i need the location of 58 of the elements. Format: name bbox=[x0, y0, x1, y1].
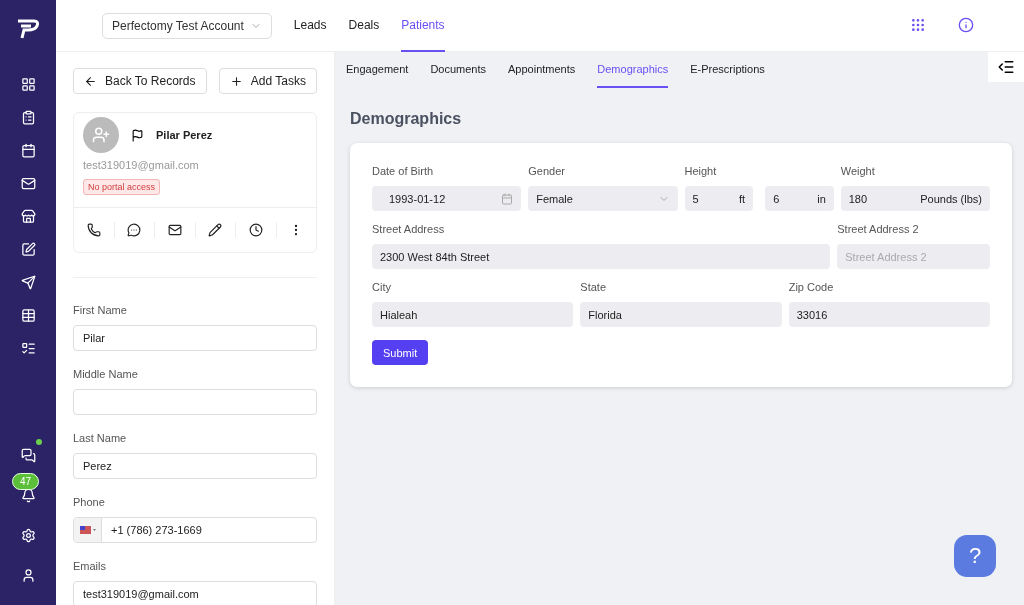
field-label: Weight bbox=[840, 165, 876, 177]
field-label: Street Address bbox=[372, 223, 446, 235]
submit-button[interactable]: Submit bbox=[372, 340, 429, 365]
flag-dropdown[interactable] bbox=[74, 518, 102, 542]
portal-status-badge: No portal access bbox=[83, 179, 161, 195]
account-dropdown[interactable]: Perfectomy Test Account bbox=[102, 12, 272, 39]
chat-icon[interactable] bbox=[20, 447, 36, 463]
section-title: Demographics bbox=[350, 110, 463, 128]
calendar-icon bbox=[501, 192, 514, 205]
input-field[interactable]: Pilar bbox=[73, 325, 317, 351]
flag-icon bbox=[79, 525, 96, 535]
field-label: City bbox=[372, 281, 392, 293]
nav-tab[interactable]: Leads bbox=[293, 0, 327, 52]
flag-icon[interactable] bbox=[131, 128, 144, 142]
avatar-icon bbox=[83, 117, 119, 153]
field-label: Date of Birth bbox=[372, 165, 435, 177]
sub-tab[interactable]: Demographics bbox=[597, 52, 669, 88]
input-field[interactable]: 2300 West 84th Street bbox=[372, 244, 831, 269]
sub-tab[interactable]: Documents bbox=[430, 52, 487, 88]
contact-email: test319019@gmail.com bbox=[83, 159, 200, 171]
input-field[interactable]: 33016 bbox=[788, 302, 990, 327]
field-label: Phone bbox=[73, 496, 106, 508]
add-tasks-button[interactable]: Add Tasks bbox=[218, 68, 317, 94]
sub-tab[interactable]: E-Prescriptions bbox=[690, 52, 765, 88]
notification-badge: 47 bbox=[12, 473, 40, 490]
field-label: Street Address 2 bbox=[837, 223, 920, 235]
nav-tab[interactable]: Deals bbox=[348, 0, 380, 52]
collapse-panel-button[interactable] bbox=[988, 52, 1024, 82]
status-dot bbox=[36, 439, 42, 445]
sub-tab[interactable]: Appointments bbox=[508, 52, 576, 88]
field-label: Emails bbox=[73, 560, 107, 572]
input-field[interactable]: 5 ft bbox=[684, 186, 754, 211]
logo-icon bbox=[16, 18, 40, 40]
input-field[interactable]: 6 in bbox=[765, 186, 834, 211]
sub-tab[interactable]: Engagement bbox=[346, 52, 409, 88]
date-field[interactable]: 1993-01-12 bbox=[372, 186, 522, 211]
input-field[interactable]: 180 Pounds (lbs) bbox=[840, 186, 990, 211]
bell-icon[interactable] bbox=[20, 487, 36, 503]
field-label: Middle Name bbox=[73, 368, 139, 380]
field-label: Last Name bbox=[73, 432, 128, 444]
field-label: First Name bbox=[73, 304, 128, 316]
input-field[interactable]: test319019@gmail.com bbox=[73, 581, 317, 605]
gender-select[interactable]: Female bbox=[528, 186, 678, 211]
arrow-left-icon bbox=[84, 74, 97, 88]
input-field[interactable]: Perez bbox=[73, 453, 317, 479]
plus-icon bbox=[229, 74, 243, 88]
field-label: Gender bbox=[528, 165, 566, 177]
input-field[interactable]: Florida bbox=[580, 302, 782, 327]
field-label: State bbox=[580, 281, 607, 293]
input-field[interactable]: Hialeah bbox=[372, 302, 574, 327]
field-label: Zip Code bbox=[788, 281, 835, 293]
help-button[interactable]: ? bbox=[954, 535, 996, 577]
contact-name: Pilar Perez bbox=[156, 129, 213, 141]
back-button[interactable]: Back To Records bbox=[73, 68, 207, 94]
outdent-icon bbox=[997, 58, 1015, 76]
field-label: Height bbox=[684, 165, 718, 177]
input-field[interactable] bbox=[73, 389, 317, 415]
phone-field[interactable]: +1 (786) 273-1669 bbox=[73, 517, 317, 543]
